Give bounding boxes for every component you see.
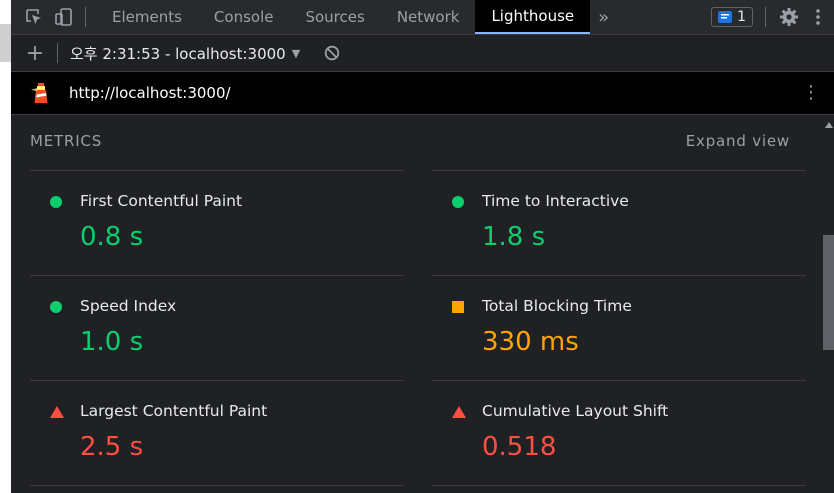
page-behind-devtools — [0, 0, 11, 493]
metric-label: Cumulative Layout Shift — [482, 402, 669, 420]
metric-first-contentful-paint: First Contentful Paint 0.8 s — [30, 170, 404, 275]
tab-sources[interactable]: Sources — [289, 0, 380, 34]
report-selector-label: 오후 2:31:53 - localhost:3000 — [70, 44, 286, 63]
average-square-icon — [452, 301, 464, 313]
metric-speed-index: Speed Index 1.0 s — [30, 275, 404, 380]
lighthouse-toolbar: + 오후 2:31:53 - localhost:3000 ▼ — [11, 35, 834, 72]
metric-value: 0.518 — [482, 432, 557, 462]
kebab-icon[interactable]: ⋮ — [802, 83, 820, 103]
devtools-panel: Elements Console Sources Network Lightho… — [11, 0, 834, 493]
device-toggle-icon[interactable] — [53, 6, 75, 28]
metric-value: 0.8 s — [80, 222, 144, 252]
tab-lighthouse[interactable]: Lighthouse — [475, 0, 591, 34]
metrics-section: METRICS Expand view First Contentful Pai… — [11, 115, 823, 493]
tab-label: Sources — [305, 8, 365, 26]
kebab-icon[interactable] — [810, 6, 826, 28]
report-selector[interactable]: 오후 2:31:53 - localhost:3000 ▼ — [70, 43, 300, 64]
gear-icon[interactable] — [778, 6, 800, 28]
metric-value: 2.5 s — [80, 432, 144, 462]
tabbar-actions: 1 — [711, 0, 826, 34]
metric-label: Total Blocking Time — [482, 297, 632, 315]
tab-label: Lighthouse — [491, 7, 575, 25]
metric-value: 1.8 s — [482, 222, 546, 252]
devtools-tabbar: Elements Console Sources Network Lightho… — [11, 0, 834, 35]
issues-button[interactable]: 1 — [711, 7, 753, 27]
metric-label: Speed Index — [80, 297, 177, 315]
metrics-title: METRICS — [30, 132, 103, 150]
chevron-down-icon: ▼ — [291, 46, 301, 60]
page-scrollbar-fragment — [0, 24, 11, 62]
metric-label: First Contentful Paint — [80, 192, 243, 210]
metric-value: 1.0 s — [80, 327, 144, 357]
report-url-bar: http://localhost:3000/ ⋮ — [11, 72, 834, 115]
issues-count: 1 — [737, 9, 746, 25]
scroll-up-arrow-icon[interactable] — [825, 122, 833, 128]
metrics-grid: First Contentful Paint 0.8 s Time to Int… — [30, 170, 807, 485]
metrics-grid-bottom-border — [30, 485, 807, 486]
new-report-button[interactable]: + — [25, 41, 45, 66]
fail-triangle-icon — [50, 406, 64, 418]
toolbar-divider — [765, 7, 766, 27]
scrollbar-thumb[interactable] — [823, 235, 834, 350]
toolbar-divider — [57, 43, 58, 63]
toolbar-divider — [85, 7, 86, 27]
tab-label: Elements — [112, 8, 182, 26]
report-url: http://localhost:3000/ — [69, 84, 231, 102]
pass-circle-icon — [452, 196, 464, 208]
metrics-row: Largest Contentful Paint 2.5 s Cumulativ… — [30, 380, 807, 485]
tab-elements[interactable]: Elements — [96, 0, 198, 34]
tab-label: Console — [213, 8, 274, 26]
tab-network[interactable]: Network — [381, 0, 476, 34]
metrics-row: Speed Index 1.0 s Total Blocking Time 33… — [30, 275, 807, 380]
fail-triangle-icon — [452, 406, 466, 418]
vertical-scrollbar[interactable] — [823, 115, 834, 493]
metric-value: 330 ms — [482, 327, 579, 357]
metric-time-to-interactive: Time to Interactive 1.8 s — [432, 170, 806, 275]
more-tabs-icon[interactable]: » — [598, 7, 609, 28]
metric-label: Largest Contentful Paint — [80, 402, 268, 420]
pass-circle-icon — [50, 196, 62, 208]
lighthouse-logo — [31, 83, 48, 103]
tab-console[interactable]: Console — [198, 0, 290, 34]
inspect-icon[interactable] — [23, 6, 45, 28]
issues-icon — [718, 11, 733, 23]
metric-largest-contentful-paint: Largest Contentful Paint 2.5 s — [30, 380, 404, 485]
metric-cumulative-layout-shift: Cumulative Layout Shift 0.518 — [432, 380, 806, 485]
metrics-header: METRICS Expand view — [30, 115, 806, 167]
metric-label: Time to Interactive — [482, 192, 629, 210]
clear-icon[interactable] — [324, 45, 340, 61]
metric-total-blocking-time: Total Blocking Time 330 ms — [432, 275, 806, 380]
tab-label: Network — [396, 8, 460, 26]
metrics-row: First Contentful Paint 0.8 s Time to Int… — [30, 170, 807, 275]
expand-view-toggle[interactable]: Expand view — [686, 132, 790, 150]
pass-circle-icon — [50, 301, 62, 313]
